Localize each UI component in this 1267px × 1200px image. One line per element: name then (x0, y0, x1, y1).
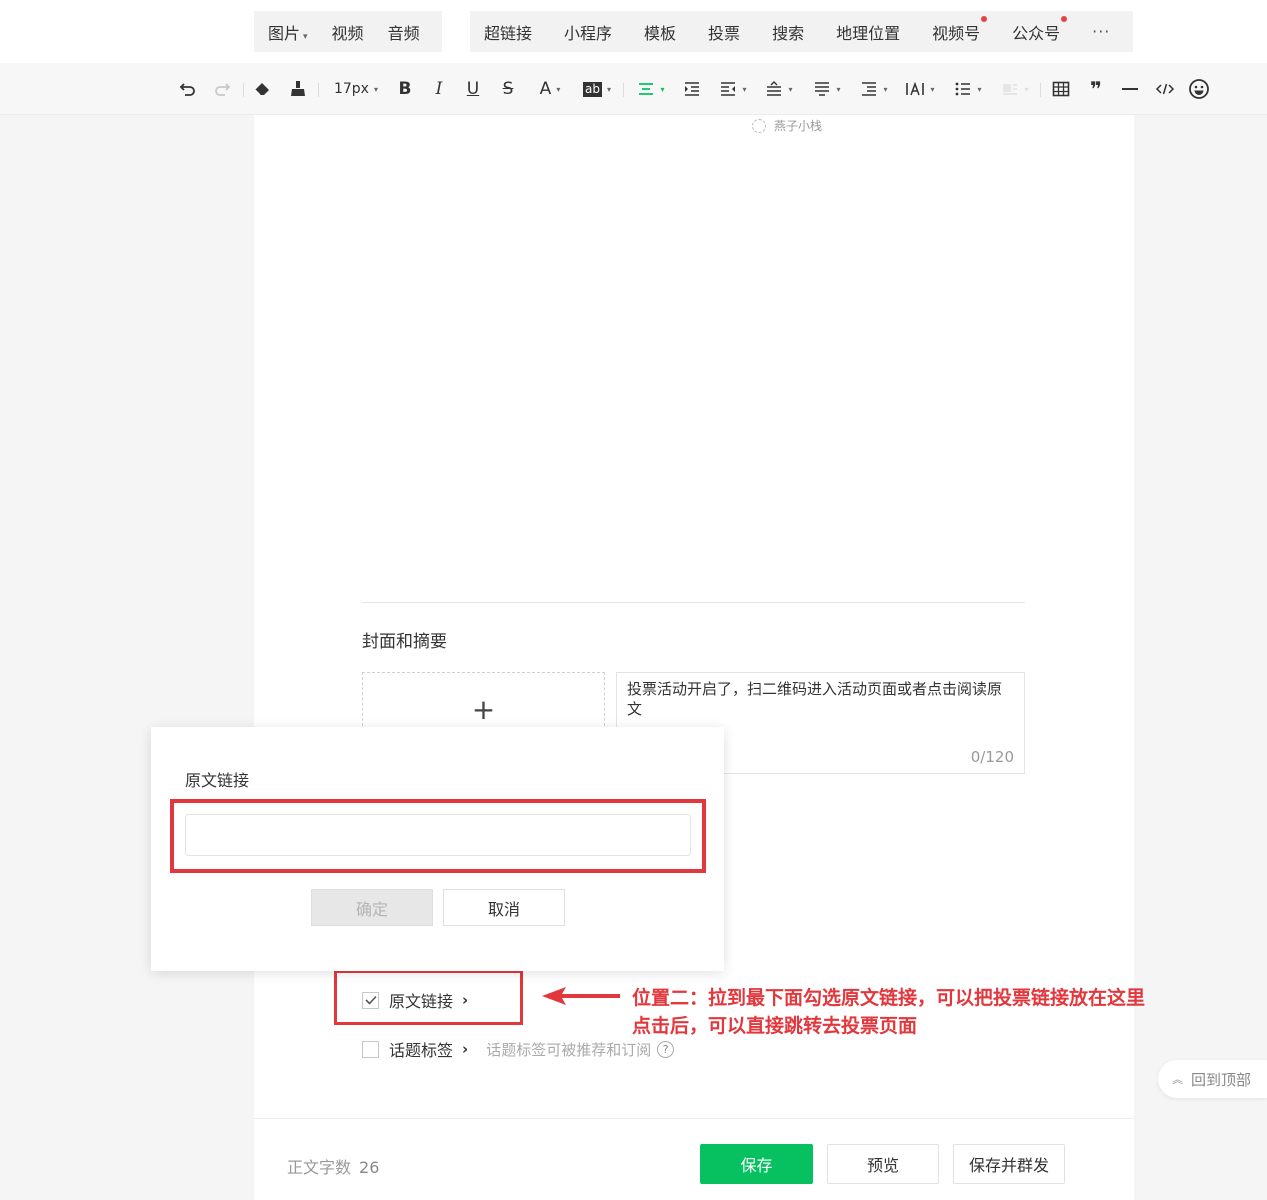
insert-location-button[interactable]: 地理位置 (836, 20, 900, 44)
caret-down-icon: ▾ (373, 84, 378, 94)
divider-line-icon[interactable] (1120, 77, 1140, 101)
insert-audio-button[interactable]: 音频 (388, 20, 420, 44)
watermark-logo-icon (752, 118, 766, 133)
insert-video-button[interactable]: 视频 (332, 20, 364, 44)
indent-size-button[interactable]: ▾ (857, 77, 891, 101)
confirm-button[interactable]: 确定 (311, 889, 433, 926)
word-count: 正文字数 26 (287, 1154, 379, 1178)
new-badge-dot (981, 15, 988, 22)
summary-text: 投票活动开启了，扫二维码进入活动页面或者点击阅读原文 (627, 680, 1003, 718)
caret-down-icon: ▾ (836, 84, 841, 94)
list-button[interactable]: ▾ (951, 77, 985, 101)
caret-down-icon: ▾ (977, 84, 982, 94)
insert-extra-group: 超链接 小程序 模板 投票 搜索 地理位置 视频号 公众号 ··· (470, 11, 1133, 52)
caret-down-icon: ▾ (303, 31, 308, 42)
annotation-line-1: 位置二：拉到最下面勾选原文链接，可以把投票链接放在这里 (632, 987, 1146, 1009)
insert-hyperlink-button[interactable]: 超链接 (484, 20, 532, 44)
format-toolbar: 17px ▾ B I U S A ▾ ab ▾ ▾ ▾ ▾ ▾ ▾ ▾ ▾ ▾ ❞ (0, 63, 1267, 115)
code-icon[interactable] (1154, 77, 1176, 101)
annotation-arrow-icon (542, 987, 620, 1005)
topic-tags-label: 话题标签 (389, 1041, 454, 1060)
caret-down-icon: ▾ (1024, 84, 1029, 94)
editor-footer: 正文字数 26 保存 预览 保存并群发 (254, 1118, 1134, 1200)
original-link-dialog: 原文链接 确定 取消 (151, 727, 724, 971)
annotation-text: 位置二：拉到最下面勾选原文链接，可以把投票链接放在这里 点击后，可以直接跳转去投… (632, 984, 1145, 1040)
insert-miniprogram-button[interactable]: 小程序 (564, 20, 612, 44)
insert-vote-button[interactable]: 投票 (708, 20, 740, 44)
cover-summary-title: 封面和摘要 (362, 632, 447, 652)
more-icon[interactable]: ··· (1092, 22, 1110, 41)
background-color-button[interactable]: ab ▾ (580, 77, 614, 101)
topic-tags-hint: 话题标签可被推荐和订阅 (486, 1040, 652, 1059)
insert-media-group: 图片 ▾ 视频 音频 (254, 11, 442, 52)
insert-search-button[interactable]: 搜索 (772, 20, 804, 44)
redo-icon[interactable] (212, 77, 232, 101)
word-count-label: 正文字数 (287, 1158, 352, 1177)
watermark-text: 燕子小栈 (774, 119, 823, 133)
insert-template-button[interactable]: 模板 (644, 20, 676, 44)
italic-button[interactable]: I (430, 77, 448, 101)
toolbar-divider (243, 83, 244, 97)
back-to-top-label: 回到顶部 (1191, 1070, 1252, 1089)
bold-button[interactable]: B (396, 77, 414, 101)
insert-channels-button[interactable]: 视频号 (932, 15, 988, 44)
section-divider (362, 602, 1025, 603)
font-size-select[interactable]: 17px ▾ (330, 77, 382, 101)
eraser-icon[interactable] (251, 77, 273, 101)
insert-toolbar: 图片 ▾ 视频 音频 超链接 小程序 模板 投票 搜索 地理位置 视频号 公众号 … (0, 0, 1267, 63)
save-and-mass-send-button[interactable]: 保存并群发 (953, 1144, 1065, 1184)
word-count-value: 26 (359, 1158, 380, 1177)
align-center-button[interactable]: ▾ (634, 77, 668, 101)
underline-button[interactable]: U (464, 77, 482, 101)
format-painter-icon[interactable] (287, 77, 309, 101)
preview-button[interactable]: 预览 (827, 1144, 939, 1184)
annotation-line-2: 点击后，可以直接跳转去投票页面 (632, 1015, 918, 1037)
caret-down-icon: ▾ (606, 84, 611, 94)
undo-icon[interactable] (178, 77, 198, 101)
caret-down-icon: ▾ (788, 84, 793, 94)
original-link-highlight-box (334, 970, 523, 1025)
plus-icon: + (471, 693, 496, 726)
new-badge-dot (1061, 15, 1068, 22)
dialog-title: 原文链接 (185, 771, 250, 790)
back-to-top-button[interactable]: ︽ 回到顶部 (1158, 1060, 1267, 1098)
caret-down-icon: ▾ (742, 84, 747, 94)
summary-char-count: 0/120 (970, 748, 1014, 766)
insert-official-account-button[interactable]: 公众号 (1012, 15, 1068, 44)
strikethrough-button[interactable]: S (499, 77, 517, 101)
insert-image-button[interactable]: 图片 ▾ (268, 20, 308, 44)
letter-spacing-button[interactable]: ▾ (903, 77, 937, 101)
highlight-icon: ab (583, 81, 602, 97)
toolbar-divider (1040, 83, 1041, 97)
save-button[interactable]: 保存 (700, 1144, 813, 1184)
quote-icon[interactable]: ❞ (1086, 77, 1106, 101)
cancel-button[interactable]: 取消 (443, 889, 565, 926)
font-color-button[interactable]: A ▾ (533, 77, 567, 101)
caret-down-icon: ▾ (660, 84, 665, 94)
table-icon[interactable] (1051, 77, 1071, 101)
line-height-button[interactable]: ▾ (810, 77, 844, 101)
topic-tags-option[interactable]: 话题标签 › 话题标签可被推荐和订阅 ? (362, 1037, 675, 1061)
image-watermark: 燕子小栈 (752, 117, 822, 134)
double-chevron-up-icon: ︽ (1172, 1073, 1183, 1086)
caret-down-icon: ▾ (883, 84, 888, 94)
chevron-right-icon: › (462, 1040, 469, 1058)
topic-tags-checkbox[interactable] (362, 1040, 379, 1058)
indent-icon[interactable] (682, 77, 702, 101)
help-icon[interactable]: ? (657, 1040, 675, 1058)
toolbar-divider (318, 83, 319, 97)
toolbar-divider (623, 83, 624, 97)
float-disabled-button[interactable]: ▾ (998, 77, 1032, 101)
outdent-button[interactable]: ▾ (716, 77, 750, 101)
paragraph-spacing-button[interactable]: ▾ (762, 77, 796, 101)
original-link-input[interactable] (185, 814, 691, 856)
caret-down-icon: ▾ (930, 84, 935, 94)
emoji-icon[interactable] (1188, 77, 1210, 101)
caret-down-icon: ▾ (556, 84, 561, 94)
